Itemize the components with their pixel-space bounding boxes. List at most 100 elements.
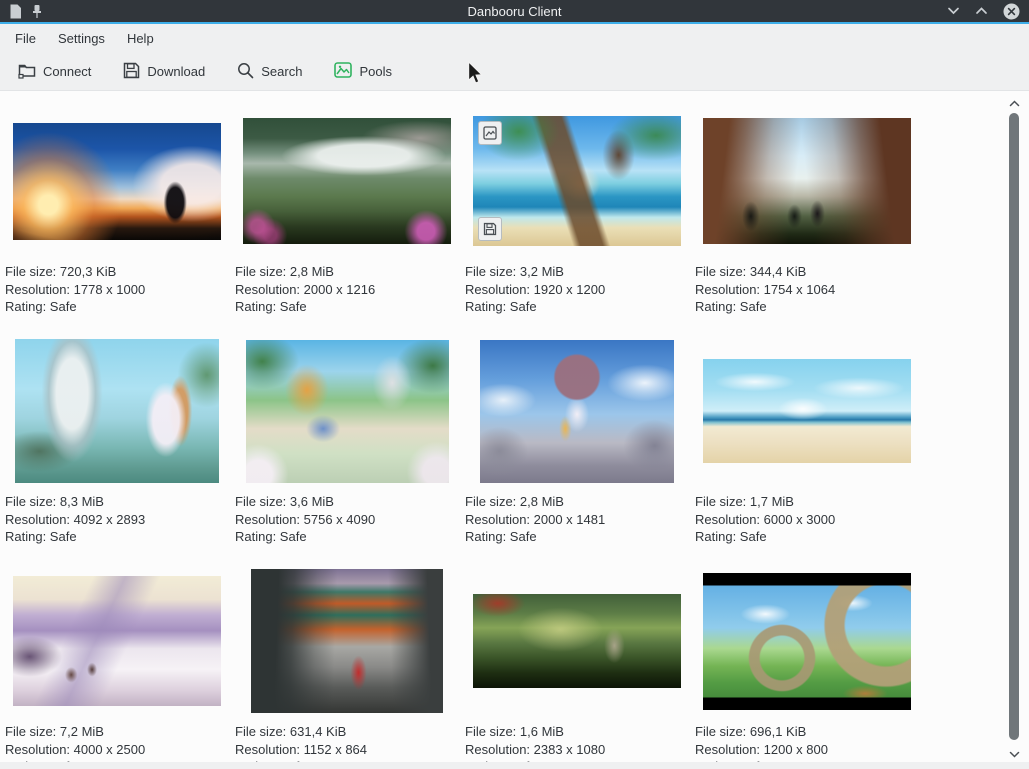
file-size-text: File size: 696,1 KiB (695, 723, 923, 741)
download-label: Download (147, 64, 205, 79)
item-caption: File size: 631,4 KiB Resolution: 1152 x … (233, 723, 463, 762)
window-bottom-margin (0, 762, 1029, 769)
download-button[interactable]: Download (113, 56, 215, 88)
file-size-text: File size: 7,2 MiB (5, 723, 233, 741)
rating-text: Rating: Safe (5, 298, 233, 316)
menubar: File Settings Help (0, 24, 1029, 53)
search-button[interactable]: Search (227, 56, 312, 88)
rating-text: Rating: Safe (695, 528, 923, 546)
toolbar: Connect Download Search (0, 53, 1029, 91)
file-size-text: File size: 631,4 KiB (235, 723, 463, 741)
connect-button[interactable]: Connect (8, 56, 101, 88)
file-size-text: File size: 1,7 MiB (695, 493, 923, 511)
thumbnail-snow-mountains[interactable] (13, 576, 221, 706)
pools-label: Pools (359, 64, 392, 79)
connect-label: Connect (43, 64, 91, 79)
pools-button[interactable]: Pools (324, 56, 402, 87)
resolution-text: Resolution: 2000 x 1216 (235, 281, 463, 299)
resolution-text: Resolution: 1778 x 1000 (5, 281, 233, 299)
gallery-item: File size: 2,8 MiB Resolution: 2000 x 14… (463, 323, 693, 553)
resolution-text: Resolution: 1200 x 800 (695, 741, 923, 759)
pools-image-icon (334, 62, 352, 81)
thumbnail-forest-torii[interactable] (473, 594, 681, 688)
resolution-text: Resolution: 4092 x 2893 (5, 511, 233, 529)
maximize-button[interactable] (975, 7, 988, 15)
gallery-item: File size: 2,8 MiB Resolution: 2000 x 12… (233, 93, 463, 323)
network-folder-icon (18, 62, 36, 82)
file-size-text: File size: 2,8 MiB (235, 263, 463, 281)
gallery-item: File size: 8,3 MiB Resolution: 4092 x 28… (3, 323, 233, 553)
item-caption: File size: 1,7 MiB Resolution: 6000 x 30… (693, 493, 923, 546)
resolution-text: Resolution: 1152 x 864 (235, 741, 463, 759)
thumbnail-arch-landscape[interactable] (703, 573, 911, 710)
save-icon (483, 222, 497, 236)
scroll-up-icon[interactable] (1007, 95, 1021, 111)
rating-text: Rating: Safe (695, 298, 923, 316)
item-caption: File size: 3,6 MiB Resolution: 5756 x 40… (233, 493, 463, 546)
gallery-item: File size: 344,4 KiB Resolution: 1754 x … (693, 93, 923, 323)
item-caption: File size: 3,2 MiB Resolution: 1920 x 12… (463, 263, 693, 316)
file-size-text: File size: 720,3 KiB (5, 263, 233, 281)
preview-overlay-button[interactable] (478, 121, 502, 145)
gallery-item: File size: 1,6 MiB Resolution: 2383 x 10… (463, 553, 693, 762)
thumbnail-parasol-girl[interactable] (480, 340, 674, 483)
app-window: Danbooru Client File Settings Help (0, 0, 1029, 769)
gallery-item: File size: 3,6 MiB Resolution: 5756 x 40… (233, 323, 463, 553)
gallery-item: File size: 631,4 KiB Resolution: 1152 x … (233, 553, 463, 762)
item-caption: File size: 720,3 KiB Resolution: 1778 x … (3, 263, 233, 316)
close-button[interactable] (1003, 3, 1020, 20)
thumbnail-shrine-maiden[interactable] (251, 569, 443, 713)
thumbnail-forest-path[interactable] (243, 118, 451, 244)
vertical-scrollbar[interactable] (1007, 93, 1021, 762)
gallery-item: File size: 1,7 MiB Resolution: 6000 x 30… (693, 323, 923, 553)
thumbnail-beach-palm-girl[interactable] (473, 116, 681, 246)
thumbnail-beach-panorama[interactable] (703, 359, 911, 463)
thumbnail-spiral-tower-girl[interactable] (15, 339, 219, 483)
search-icon (237, 62, 254, 82)
item-caption: File size: 344,4 KiB Resolution: 1754 x … (693, 263, 923, 316)
window-title: Danbooru Client (0, 4, 1029, 19)
rating-text: Rating: Safe (465, 528, 693, 546)
item-caption: File size: 8,3 MiB Resolution: 4092 x 28… (3, 493, 233, 546)
item-caption: File size: 2,8 MiB Resolution: 2000 x 12… (233, 263, 463, 316)
rating-text: Rating: Safe (465, 298, 693, 316)
gallery-item: File size: 720,3 KiB Resolution: 1778 x … (3, 93, 233, 323)
item-caption: File size: 696,1 KiB Resolution: 1200 x … (693, 723, 923, 762)
rating-text: Rating: Safe (235, 528, 463, 546)
resolution-text: Resolution: 5756 x 4090 (235, 511, 463, 529)
file-size-text: File size: 344,4 KiB (695, 263, 923, 281)
file-size-text: File size: 3,2 MiB (465, 263, 693, 281)
resolution-text: Resolution: 1920 x 1200 (465, 281, 693, 299)
menu-help[interactable]: Help (116, 25, 165, 52)
save-disk-icon (123, 62, 140, 82)
resolution-text: Resolution: 4000 x 2500 (5, 741, 233, 759)
menu-file[interactable]: File (4, 25, 47, 52)
thumbnail-grid: File size: 720,3 KiB Resolution: 1778 x … (0, 93, 1029, 762)
rating-text: Rating: Safe (5, 528, 233, 546)
file-size-text: File size: 8,3 MiB (5, 493, 233, 511)
gallery-item: File size: 7,2 MiB Resolution: 4000 x 25… (3, 553, 233, 762)
resolution-text: Resolution: 2000 x 1481 (465, 511, 693, 529)
resolution-text: Resolution: 6000 x 3000 (695, 511, 923, 529)
scroll-down-icon[interactable] (1007, 746, 1021, 762)
titlebar: Danbooru Client (0, 0, 1029, 24)
download-overlay-button[interactable] (478, 217, 502, 241)
shade-button[interactable] (947, 7, 960, 15)
menu-settings[interactable]: Settings (47, 25, 116, 52)
item-caption: File size: 1,6 MiB Resolution: 2383 x 10… (463, 723, 693, 762)
resolution-text: Resolution: 2383 x 1080 (465, 741, 693, 759)
gallery-item: File size: 696,1 KiB Resolution: 1200 x … (693, 553, 923, 762)
file-size-text: File size: 3,6 MiB (235, 493, 463, 511)
gallery-item: File size: 3,2 MiB Resolution: 1920 x 12… (463, 93, 693, 323)
thumbnail-canyon-figures[interactable] (703, 118, 911, 244)
gallery-view: File size: 720,3 KiB Resolution: 1778 x … (0, 93, 1029, 762)
resolution-text: Resolution: 1754 x 1064 (695, 281, 923, 299)
rating-text: Rating: Safe (235, 298, 463, 316)
file-size-text: File size: 1,6 MiB (465, 723, 693, 741)
thumbnail-sunset-silhouette[interactable] (13, 123, 221, 240)
scrollbar-thumb[interactable] (1009, 113, 1019, 740)
item-caption: File size: 7,2 MiB Resolution: 4000 x 25… (3, 723, 233, 762)
preview-icon (483, 126, 497, 140)
search-label: Search (261, 64, 302, 79)
thumbnail-picnic-girls[interactable] (246, 340, 449, 483)
